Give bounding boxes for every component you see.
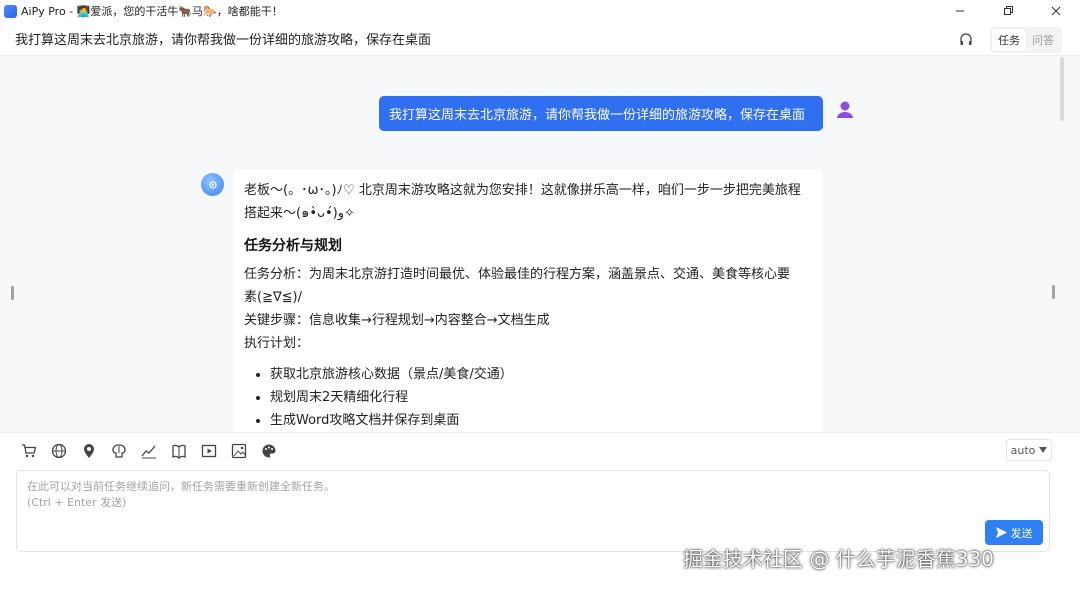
user-avatar-icon: [837, 101, 853, 118]
user-message-text: 我打算这周末去北京旅游，请你帮我做一份详细的旅游攻略，保存在桌面: [389, 108, 806, 123]
key-steps: 关键步骤：信息收集→行程规划→内容整合→文档生成: [244, 313, 550, 328]
plan-item: 规划周末2天精细化行程: [270, 386, 812, 409]
minimize-icon: [956, 10, 964, 12]
assistant-avatar: [201, 173, 224, 196]
cart-icon[interactable]: [20, 442, 38, 460]
close-button[interactable]: [1032, 0, 1080, 22]
palette-icon[interactable]: [260, 442, 278, 460]
analysis-line-1: 任务分析：为周末北京游打造时间最优、体验最佳的行程方案，涵盖景点、交通、美食等核…: [244, 267, 791, 282]
image-icon[interactable]: [230, 442, 248, 460]
minimize-button[interactable]: [936, 0, 984, 22]
tab-task[interactable]: 任务: [992, 29, 1026, 51]
window-title: AiPy Pro - 🧑‍💻爱派，您的干活牛🐂马🐎，啥都能干！: [21, 5, 283, 18]
app-window: AiPy Pro - 🧑‍💻爱派，您的干活牛🐂马🐎，啥都能干！ 我打算这周末去北…: [0, 0, 1080, 589]
send-button-label: 发送: [1010, 526, 1033, 540]
assistant-heading: 任务分析与规划: [244, 238, 342, 254]
send-button[interactable]: 发送: [985, 520, 1043, 545]
close-icon: [1051, 6, 1061, 16]
plan-item: 生成Word攻略文档并保存到桌面: [270, 409, 812, 432]
chart-icon[interactable]: [140, 442, 158, 460]
restore-icon: [1004, 6, 1013, 15]
assistant-message: 老板～(。･ω･。)ﾉ♡ 北京周末游攻略这就为您安排！这就像拼乐高一样，咱们一步…: [233, 169, 823, 432]
mode-toggle: 任务 问答: [990, 27, 1062, 53]
book-icon[interactable]: [170, 442, 188, 460]
left-resize-handle[interactable]: [11, 286, 14, 300]
maximize-button[interactable]: [984, 0, 1032, 22]
chevron-down-icon: [1039, 447, 1048, 453]
message-input[interactable]: 在此可以对当前任务继续追问，新任务需要重新创建全新任务。 (Ctrl + Ent…: [16, 470, 1050, 552]
globe-icon[interactable]: [50, 442, 68, 460]
plan-item: 获取北京旅游核心数据（景点/美食/交通）: [270, 363, 812, 386]
plan-label: 执行计划：: [244, 336, 310, 351]
assistant-intro-line-1: 老板～(。･ω･。)ﾉ♡ 北京周末游攻略这就为您安排！这就像拼乐高一样，咱们一步…: [244, 183, 801, 198]
headset-button[interactable]: [954, 28, 978, 52]
app-logo-icon: [4, 4, 17, 18]
plan-list: 获取北京旅游核心数据（景点/美食/交通） 规划周末2天精细化行程 生成Word攻…: [244, 363, 812, 432]
composer-panel: auto 在此可以对当前任务继续追问，新任务需要重新创建全新任务。 (Ctrl …: [0, 432, 1080, 589]
brain-icon[interactable]: [110, 442, 128, 460]
chat-scrollbar[interactable]: [1060, 57, 1064, 121]
window-controls: [936, 0, 1080, 22]
video-icon[interactable]: [200, 442, 218, 460]
task-header: 我打算这周末去北京旅游，请你帮我做一份详细的旅游攻略，保存在桌面 任务 问答: [0, 22, 1080, 56]
user-avatar: [836, 100, 854, 120]
assistant-avatar-icon: [208, 180, 217, 189]
model-select-value: auto: [1010, 443, 1036, 457]
header-actions: 任务 问答: [954, 27, 1062, 53]
assistant-intro-line-2: 搭起来～(๑•̀ᴗ•́)و✧: [244, 206, 355, 221]
watermark: 掘金技术社区 @ 什么芋泥香蕉330: [683, 547, 994, 571]
input-placeholder-line-2: (Ctrl + Enter 发送): [27, 496, 127, 509]
task-title: 我打算这周末去北京旅游，请你帮我做一份详细的旅游攻略，保存在桌面: [15, 33, 432, 48]
user-message: 我打算这周末去北京旅游，请你帮我做一份详细的旅游攻略，保存在桌面: [379, 96, 823, 131]
send-icon: [995, 527, 1007, 538]
chat-area[interactable]: 我打算这周末去北京旅游，请你帮我做一份详细的旅游攻略，保存在桌面 老板～(。･ω…: [0, 57, 1080, 432]
analysis-line-2: 素(≧∇≦)/: [244, 290, 303, 305]
model-select[interactable]: auto: [1006, 439, 1052, 461]
tool-bar: [20, 442, 278, 460]
location-icon[interactable]: [80, 442, 98, 460]
input-placeholder-line-1: 在此可以对当前任务继续追问，新任务需要重新创建全新任务。: [27, 480, 335, 493]
tab-qa[interactable]: 问答: [1026, 29, 1060, 51]
right-resize-handle[interactable]: [1052, 285, 1055, 299]
title-bar: AiPy Pro - 🧑‍💻爱派，您的干活牛🐂马🐎，啥都能干！: [0, 0, 1080, 22]
headset-icon: [960, 33, 972, 45]
